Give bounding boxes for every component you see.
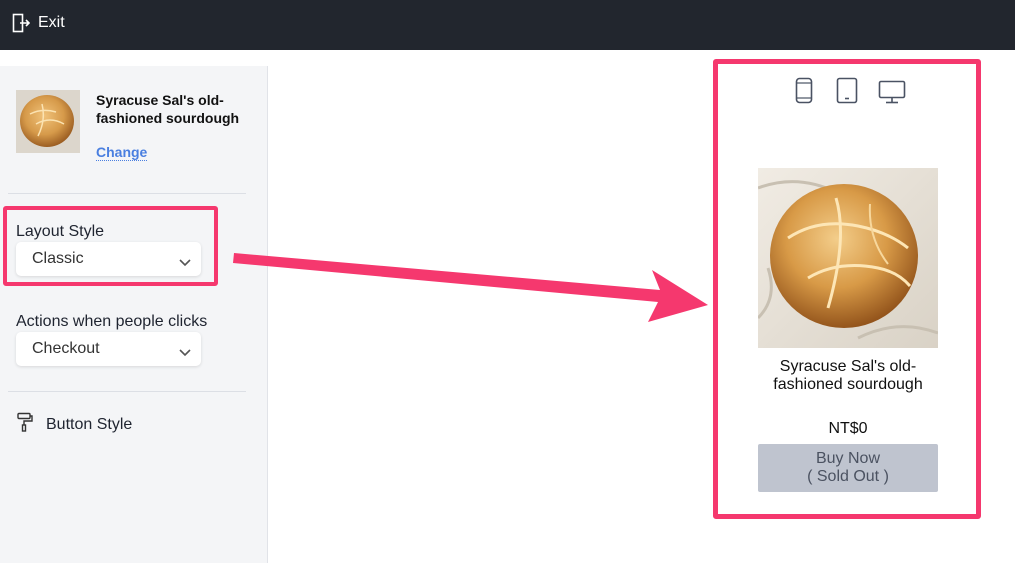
click-action-select[interactable]: Checkout	[16, 332, 201, 366]
sold-out-label: ( Sold Out )	[807, 468, 889, 485]
exit-button[interactable]: Exit	[12, 11, 65, 35]
phone-icon[interactable]	[795, 77, 813, 109]
buy-now-button[interactable]: Buy Now ( Sold Out )	[758, 444, 938, 492]
click-action-label: Actions when people clicks	[16, 313, 208, 330]
click-action-value: Checkout	[32, 340, 100, 357]
exit-icon	[12, 13, 30, 33]
product-name: Syracuse Sal's old-fashioned sourdough	[96, 92, 240, 126]
preview-product-image	[756, 168, 939, 348]
paint-roller-icon	[16, 412, 34, 437]
button-style-section[interactable]: Button Style	[16, 412, 132, 437]
desktop-icon[interactable]	[878, 80, 906, 109]
chevron-down-icon	[179, 344, 191, 362]
exit-label: Exit	[38, 14, 65, 31]
divider	[8, 391, 246, 392]
change-product-link[interactable]: Change	[96, 144, 148, 161]
divider	[8, 193, 246, 194]
button-style-label: Button Style	[46, 415, 133, 433]
preview-price: NT$0	[828, 420, 868, 437]
settings-sidebar: Syracuse Sal's old-fashioned sourdough C…	[0, 66, 268, 563]
top-bar: Exit	[0, 0, 1015, 50]
buy-now-label: Buy Now	[815, 450, 881, 467]
preview-product-name: Syracuse Sal's old-fashioned sourdough	[773, 358, 923, 393]
product-thumbnail	[16, 90, 80, 153]
layout-style-highlight	[3, 206, 218, 286]
tablet-icon[interactable]	[836, 77, 858, 109]
